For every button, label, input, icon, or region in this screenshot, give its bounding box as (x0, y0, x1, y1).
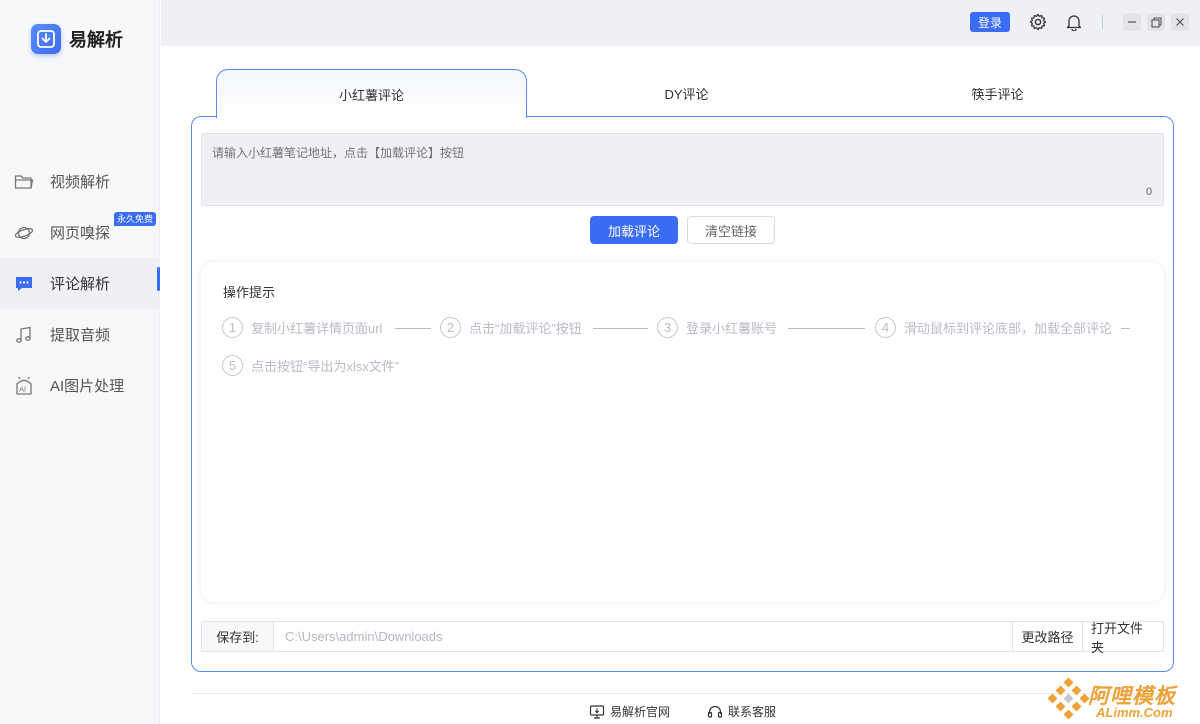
change-path-button[interactable]: 更改路径 (1012, 622, 1082, 651)
tip-step: 5 点击按钮“导出为xlsx文件” (222, 355, 399, 376)
app-name: 易解析 (69, 30, 123, 50)
comment-icon (14, 274, 34, 294)
planet-icon (14, 223, 34, 243)
step-number: 4 (875, 317, 896, 338)
open-folder-button[interactable]: 打开文件夹 (1082, 621, 1163, 655)
load-comments-button[interactable]: 加载评论 (590, 216, 678, 244)
sidebar-item-extract-audio[interactable]: 提取音频 (0, 309, 160, 360)
step-number: 2 (440, 317, 461, 338)
sidebar-item-label: AI图片处理 (50, 378, 125, 395)
sidebar-item-label: 提取音频 (50, 327, 111, 344)
sidebar-item-label: 评论解析 (50, 276, 111, 293)
step-text: 点击“加载评论”按钮 (469, 321, 582, 336)
official-website-label: 易解析官网 (610, 705, 671, 719)
restore-icon[interactable] (1147, 13, 1165, 31)
tip-step: 2 点击“加载评论”按钮 (440, 317, 582, 338)
download-logo-icon (31, 24, 61, 54)
monitor-icon (589, 704, 605, 720)
step-text: 复制小红薯详情页面url (251, 321, 383, 336)
save-to-label: 保存到: (202, 622, 274, 651)
minimize-icon[interactable] (1123, 13, 1141, 31)
save-path-field[interactable]: C:\Users\admin\Downloads (274, 622, 1012, 651)
toolbar-divider (1102, 15, 1103, 29)
contact-support-link[interactable]: 联系客服 (707, 703, 776, 720)
close-icon[interactable] (1171, 13, 1189, 31)
step-text: 点击按钮“导出为xlsx文件” (251, 359, 400, 374)
sidebar: 易解析 视频解析 网页嗅探 评论解析 提取音频 AI AI图片处理 (0, 0, 160, 724)
gear-icon[interactable] (1028, 12, 1048, 32)
watermark-domain: ALimm.Com (1096, 705, 1173, 720)
folder-icon (14, 172, 34, 192)
headset-icon (707, 704, 723, 720)
sidebar-item-label: 视频解析 (50, 174, 111, 191)
save-location-bar: 保存到: C:\Users\admin\Downloads 更改路径 打开文件夹 (201, 621, 1164, 655)
step-number: 1 (222, 317, 243, 338)
contact-support-label: 联系客服 (728, 705, 777, 719)
clear-links-button[interactable]: 清空链接 (687, 216, 775, 244)
bell-icon[interactable] (1064, 12, 1084, 32)
sidebar-nav: 视频解析 网页嗅探 评论解析 提取音频 AI AI图片处理 (0, 156, 160, 411)
tab-kuaishou-comments[interactable]: 筷手评论 (842, 69, 1153, 117)
tab-dy-comments[interactable]: DY评论 (531, 69, 842, 117)
step-connector (1121, 328, 1130, 329)
step-connector (788, 328, 865, 329)
char-count: 0 (1146, 186, 1153, 198)
sidebar-item-comment-parse[interactable]: 评论解析 (0, 258, 160, 309)
watermark-logo-icon (1047, 677, 1090, 720)
sidebar-item-video-parse[interactable]: 视频解析 (0, 156, 160, 207)
free-forever-badge: 永久免费 (114, 212, 157, 226)
login-button[interactable]: 登录 (970, 12, 1010, 32)
svg-text:AI: AI (19, 385, 26, 393)
tip-step: 3 登录小红薯账号 (657, 317, 777, 338)
footer-divider (191, 693, 1174, 694)
step-number: 5 (222, 355, 243, 376)
official-website-link[interactable]: 易解析官网 (589, 703, 670, 720)
sidebar-item-label: 网页嗅探 (50, 225, 111, 242)
tip-step: 4 滑动鼠标到评论底部，加载全部评论 (875, 317, 1112, 338)
step-connector (593, 328, 648, 329)
ai-robot-icon: AI (14, 376, 34, 396)
tips-card: 操作提示 1 复制小红薯详情页面url 2 点击“加载评论”按钮 3 登录小红薯… (201, 262, 1164, 602)
music-note-icon (14, 325, 34, 345)
sidebar-item-ai-image[interactable]: AI AI图片处理 (0, 360, 160, 411)
step-connector (395, 328, 431, 329)
tip-step: 1 复制小红薯详情页面url (222, 317, 382, 338)
tips-title: 操作提示 (223, 285, 276, 300)
step-text: 滑动鼠标到评论底部，加载全部评论 (904, 321, 1113, 336)
note-url-input[interactable] (201, 133, 1164, 206)
step-number: 3 (657, 317, 678, 338)
tab-xiaohongshu-comments[interactable]: 小红薯评论 (216, 69, 527, 118)
app-logo: 易解析 (31, 24, 123, 54)
step-text: 登录小红薯账号 (686, 321, 778, 336)
watermark: 阿哩模板 ALimm.Com (1046, 674, 1196, 722)
